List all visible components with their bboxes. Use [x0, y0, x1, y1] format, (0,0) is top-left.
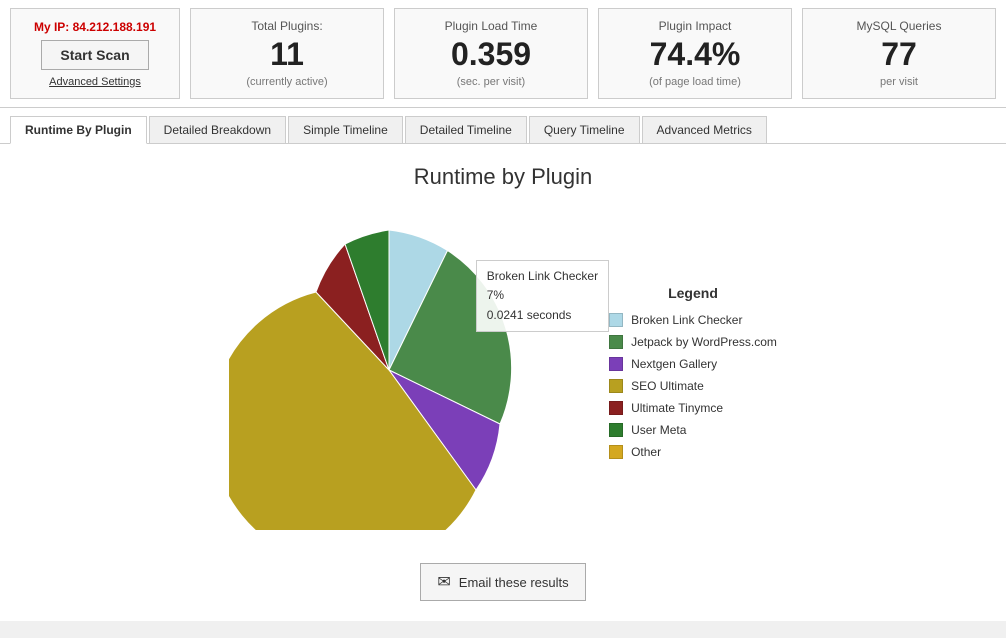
pie-chart: [229, 210, 549, 530]
legend-label-jetpack: Jetpack by WordPress.com: [631, 335, 777, 349]
legend: Legend Broken Link Checker Jetpack by Wo…: [609, 285, 777, 459]
main-content: Runtime by Plugin Broke: [0, 144, 1006, 621]
tab-simple-timeline[interactable]: Simple Timeline: [288, 116, 403, 143]
legend-color-jetpack: [609, 335, 623, 349]
stat-total-plugins-value: 11: [270, 37, 304, 72]
legend-color-ultimate-tinymce: [609, 401, 623, 415]
stat-mysql-queries: MySQL Queries 77 per visit: [802, 8, 996, 99]
tab-query-timeline[interactable]: Query Timeline: [529, 116, 640, 143]
stat-plugin-impact: Plugin Impact 74.4% (of page load time): [598, 8, 792, 99]
tabs-bar: Runtime By Plugin Detailed Breakdown Sim…: [0, 108, 1006, 144]
legend-color-broken-link-checker: [609, 313, 623, 327]
legend-color-user-meta: [609, 423, 623, 437]
email-results-button[interactable]: ✉ Email these results: [420, 563, 585, 601]
email-section: ✉ Email these results: [20, 563, 986, 601]
start-scan-button[interactable]: Start Scan: [41, 40, 148, 70]
legend-color-nextgen: [609, 357, 623, 371]
legend-color-other: [609, 445, 623, 459]
stat-plugin-impact-label: Plugin Impact: [659, 19, 732, 33]
legend-item-jetpack: Jetpack by WordPress.com: [609, 335, 777, 349]
legend-item-nextgen: Nextgen Gallery: [609, 357, 777, 371]
stat-load-time-sub: (sec. per visit): [457, 76, 525, 88]
email-results-label: Email these results: [459, 575, 569, 590]
stat-load-time-value: 0.359: [451, 37, 531, 72]
legend-item-seo-ultimate: SEO Ultimate: [609, 379, 777, 393]
pie-chart-container: Broken Link Checker 7% 0.0241 seconds: [229, 210, 549, 533]
legend-item-other: Other: [609, 445, 777, 459]
stat-mysql-queries-label: MySQL Queries: [857, 19, 942, 33]
legend-label-broken-link-checker: Broken Link Checker: [631, 313, 742, 327]
chart-area: Broken Link Checker 7% 0.0241 seconds Le…: [20, 210, 986, 533]
legend-item-ultimate-tinymce: Ultimate Tinymce: [609, 401, 777, 415]
legend-label-other: Other: [631, 445, 661, 459]
stat-mysql-queries-sub: per visit: [880, 76, 918, 88]
chart-title: Runtime by Plugin: [20, 164, 986, 190]
stat-total-plugins-sub: (currently active): [246, 76, 327, 88]
stat-load-time: Plugin Load Time 0.359 (sec. per visit): [394, 8, 588, 99]
scan-panel: My IP: 84.212.188.191 Start Scan Advance…: [10, 8, 180, 99]
legend-item-user-meta: User Meta: [609, 423, 777, 437]
tab-runtime-by-plugin[interactable]: Runtime By Plugin: [10, 116, 147, 144]
stat-plugin-impact-sub: (of page load time): [649, 76, 741, 88]
top-bar: My IP: 84.212.188.191 Start Scan Advance…: [0, 0, 1006, 108]
stat-mysql-queries-value: 77: [881, 37, 917, 72]
stat-total-plugins-label: Total Plugins:: [251, 19, 322, 33]
tab-detailed-timeline[interactable]: Detailed Timeline: [405, 116, 527, 143]
advanced-settings-link[interactable]: Advanced Settings: [49, 76, 141, 88]
tab-advanced-metrics[interactable]: Advanced Metrics: [642, 116, 767, 143]
legend-label-user-meta: User Meta: [631, 423, 686, 437]
tab-detailed-breakdown[interactable]: Detailed Breakdown: [149, 116, 286, 143]
legend-color-seo-ultimate: [609, 379, 623, 393]
my-ip-label: My IP: 84.212.188.191: [34, 20, 156, 34]
stat-load-time-label: Plugin Load Time: [445, 19, 538, 33]
legend-item-broken-link-checker: Broken Link Checker: [609, 313, 777, 327]
legend-label-nextgen: Nextgen Gallery: [631, 357, 717, 371]
legend-label-ultimate-tinymce: Ultimate Tinymce: [631, 401, 723, 415]
legend-label-seo-ultimate: SEO Ultimate: [631, 379, 704, 393]
email-icon: ✉: [437, 572, 450, 592]
legend-title: Legend: [609, 285, 777, 301]
stat-plugin-impact-value: 74.4%: [650, 37, 741, 72]
stat-total-plugins: Total Plugins: 11 (currently active): [190, 8, 384, 99]
